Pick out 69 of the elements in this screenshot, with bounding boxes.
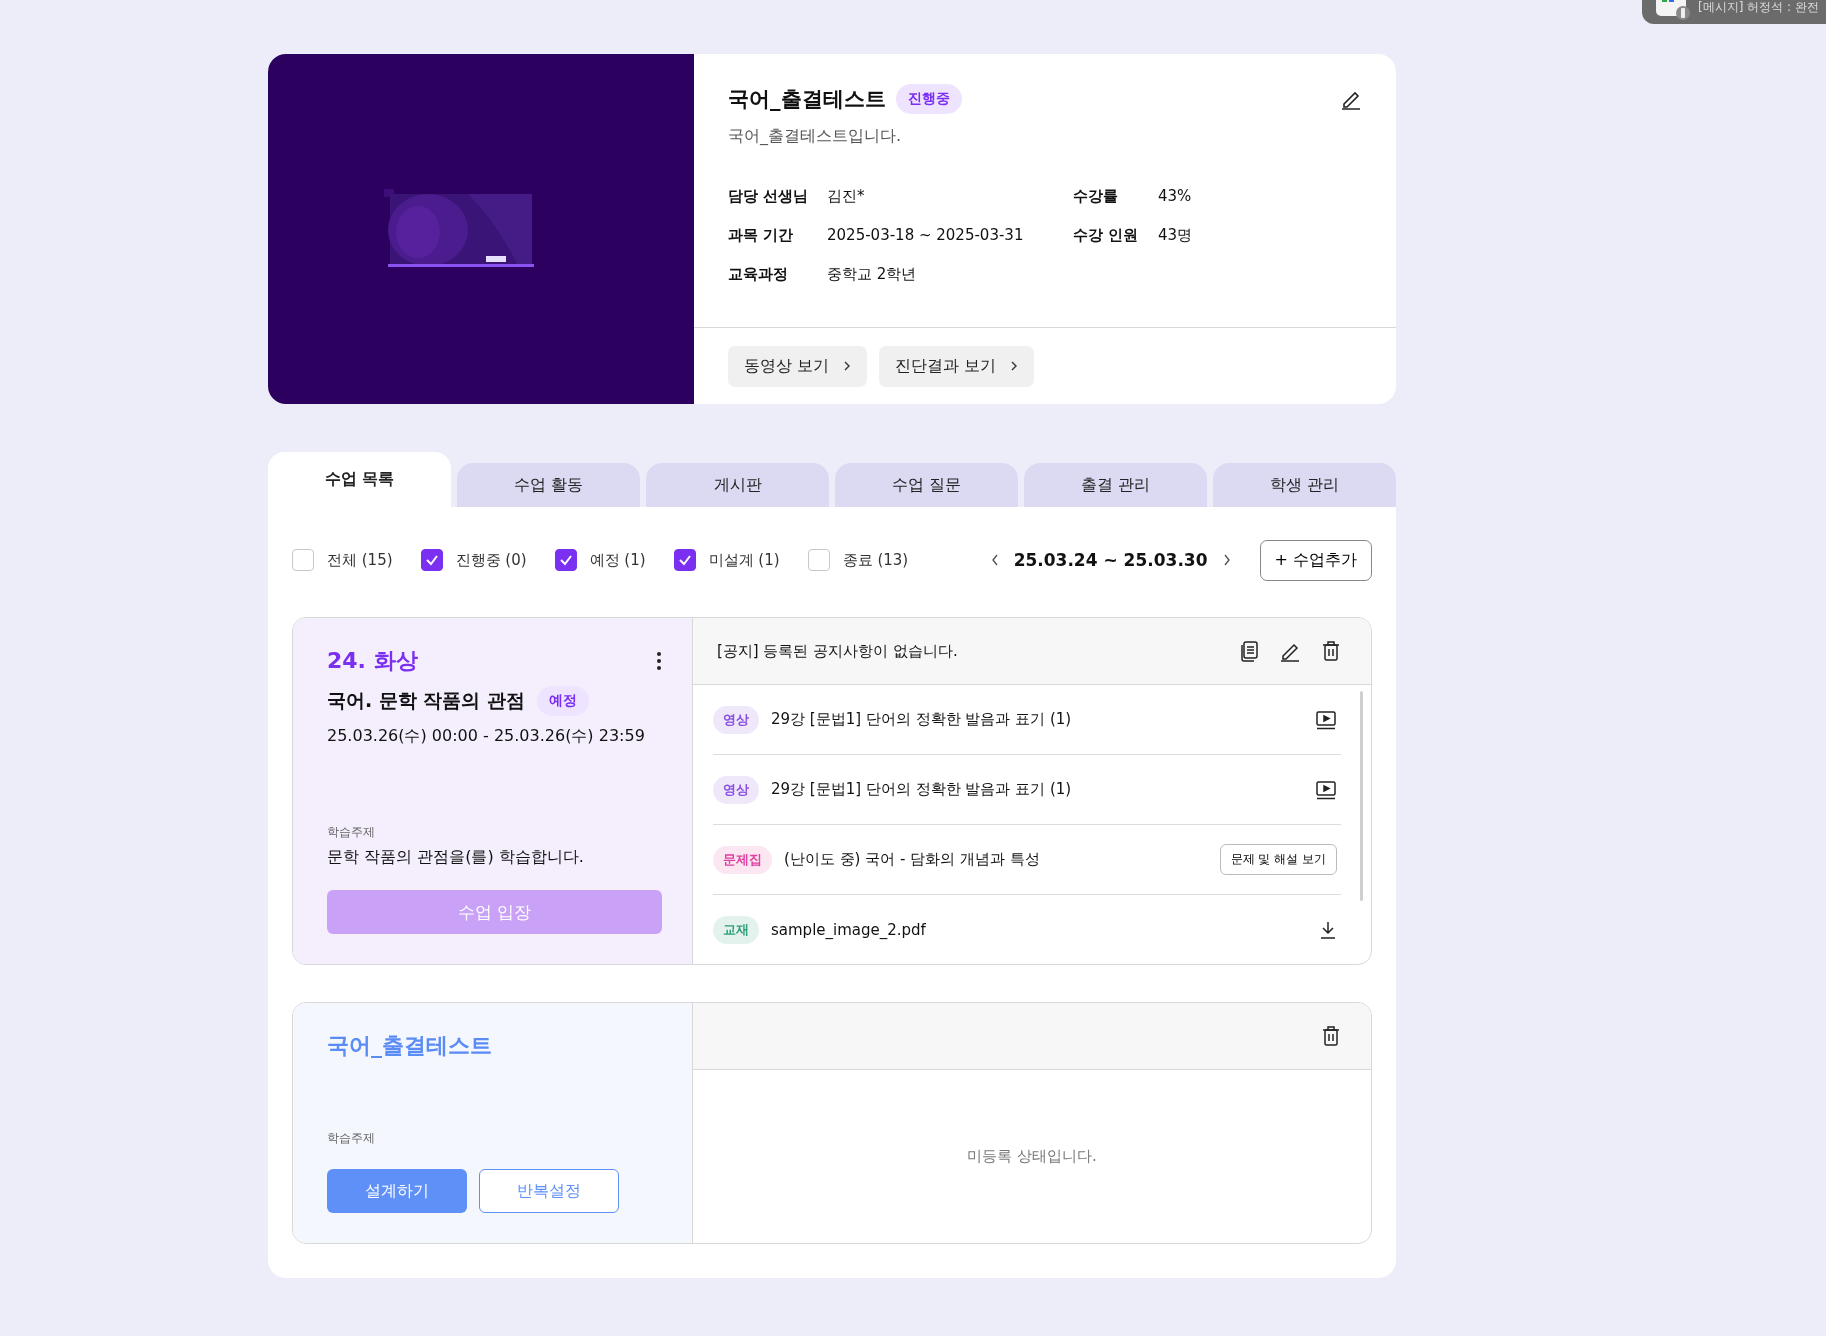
view-answers-button[interactable]: 문제 및 해설 보기 xyxy=(1219,844,1337,875)
info-value: 43% xyxy=(1158,187,1193,206)
status-badge: 예정 xyxy=(537,686,590,716)
material-title: 29강 [문법1] 단어의 정확한 발음과 표기 (1) xyxy=(771,710,1073,729)
material-tag: 문제집 xyxy=(713,845,772,874)
info-value: 중학교 2학년 xyxy=(827,265,918,284)
topic-text: 문학 작품의 관점을(를) 학습합니다. xyxy=(327,847,585,868)
previous-icon[interactable] xyxy=(989,553,1000,567)
filter-label: 전체 (15) xyxy=(327,550,393,570)
info-label: 수강률 xyxy=(1073,187,1119,206)
date-range: 25.03.24 ~ 25.03.30 xyxy=(1013,550,1208,570)
material-tag: 영상 xyxy=(713,705,759,734)
tab[interactable]: 수업 목록 xyxy=(268,452,451,507)
lesson-subject: 국어. 문학 작품의 관점 xyxy=(327,688,526,713)
topic-label: 학습주제 xyxy=(327,824,376,841)
tab[interactable]: 수업 질문 xyxy=(835,463,1018,507)
tab[interactable]: 출결 관리 xyxy=(1024,463,1207,507)
material-tag: 교재 xyxy=(713,915,759,944)
filter-label: 종료 (13) xyxy=(842,550,909,570)
filter-label: 예정 (1) xyxy=(589,550,646,570)
notification-toast[interactable]: [메시지] 허정석 : 완전 xyxy=(1642,0,1826,24)
more-icon[interactable] xyxy=(656,651,662,671)
link-button[interactable]: 진단결과 보기 xyxy=(879,345,1035,387)
tab[interactable]: 수업 활동 xyxy=(457,463,640,507)
tab[interactable]: 게시판 xyxy=(646,463,829,507)
material-row[interactable]: 영상 29강 [문법1] 단어의 정확한 발음과 표기 (1) xyxy=(713,755,1341,825)
material-row[interactable]: 교재 sample_image_2.pdf xyxy=(713,895,1341,964)
add-lesson-button[interactable]: + 수업추가 xyxy=(1259,539,1372,581)
checkbox[interactable] xyxy=(554,549,577,571)
empty-message: 미등록 상태입니다. xyxy=(967,1147,1097,1166)
checkbox[interactable] xyxy=(673,549,696,571)
course-title: 국어_출결테스트 xyxy=(728,86,886,113)
lesson-title: 국어_출결테스트 xyxy=(327,1032,493,1060)
trash-icon[interactable] xyxy=(1321,1025,1341,1047)
info-value: 43명 xyxy=(1158,226,1194,245)
info-value: 김진* xyxy=(827,187,866,206)
info-value: 2025-03-18 ~ 2025-03-31 xyxy=(827,226,1025,245)
filter-label: 미설계 (1) xyxy=(708,550,780,570)
notification-text: [메시지] 허정석 : 완전 xyxy=(1698,0,1819,16)
trash-icon[interactable] xyxy=(1321,640,1341,662)
checkbox[interactable] xyxy=(807,549,830,571)
topic-label: 학습주제 xyxy=(327,1130,376,1147)
app-icon xyxy=(1656,0,1690,20)
material-row[interactable]: 문제집 (난이도 중) 국어 - 담화의 개념과 특성 문제 및 해설 보기 xyxy=(713,825,1341,895)
lesson-number: 24. 화상 xyxy=(327,647,418,675)
notice-text: [공지] 등록된 공지사항이 없습니다. xyxy=(717,641,959,661)
download-icon[interactable] xyxy=(1319,919,1337,940)
play-icon[interactable] xyxy=(1315,709,1337,730)
lesson-time: 25.03.26(수) 00:00 - 25.03.26(수) 23:59 xyxy=(327,726,646,747)
filter-label: 진행중 (0) xyxy=(455,550,527,570)
material-title: 29강 [문법1] 단어의 정확한 발음과 표기 (1) xyxy=(771,780,1073,799)
material-row[interactable]: 영상 29강 [문법1] 단어의 정확한 발음과 표기 (1) xyxy=(713,685,1341,755)
info-label: 과목 기간 xyxy=(728,226,795,245)
material-title: sample_image_2.pdf xyxy=(771,920,927,939)
chevron-icon xyxy=(843,360,852,372)
link-button[interactable]: 동영상 보기 xyxy=(728,345,868,387)
chevron-icon xyxy=(1010,360,1019,372)
document-icon[interactable] xyxy=(1239,640,1259,662)
play-icon[interactable] xyxy=(1315,779,1337,800)
course-description: 국어_출결테스트입니다. xyxy=(728,126,903,147)
material-tag: 영상 xyxy=(713,775,759,804)
status-badge: 진행중 xyxy=(895,84,962,114)
checkbox[interactable] xyxy=(292,549,314,571)
material-title: (난이도 중) 국어 - 담화의 개념과 특성 xyxy=(784,850,1041,869)
tab[interactable]: 학생 관리 xyxy=(1213,463,1396,507)
info-label: 교육과정 xyxy=(728,265,789,284)
info-label: 담당 선생님 xyxy=(728,187,810,206)
checkbox[interactable] xyxy=(420,549,443,571)
info-label: 수강 인원 xyxy=(1073,226,1140,245)
